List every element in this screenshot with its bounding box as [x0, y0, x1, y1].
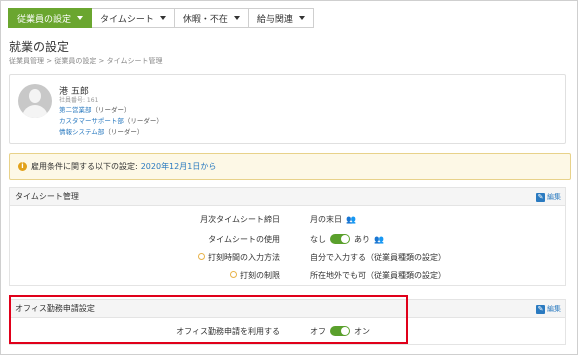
setting-label: タイムシートの使用: [208, 234, 280, 244]
edit-button[interactable]: ✎ 編集: [536, 192, 561, 202]
timesheet-section: タイムシート管理 ✎ 編集 月次タイムシート締日 月の末日 👥 タイムシートの使…: [9, 187, 566, 286]
chevron-down-icon: [77, 16, 84, 20]
tab-label: 従業員の設定: [17, 14, 72, 25]
tab-payroll[interactable]: 給与関連: [248, 8, 314, 28]
edit-button[interactable]: ✎ 編集: [536, 304, 561, 314]
tab-leave[interactable]: 休暇・不在: [174, 8, 249, 28]
department-link[interactable]: カスタマーサポート部: [59, 117, 124, 125]
notice-date-link[interactable]: 2020年12月1日から: [141, 161, 217, 172]
employee-card: 港 五郎 社員番号: 161 第二営業部（リーダー） カスタマーサポート部（リー…: [9, 74, 566, 144]
top-nav: 従業員の設定 タイムシート 休暇・不在 給与関連: [8, 8, 314, 28]
avatar-head: [29, 89, 41, 103]
highlight-box: [9, 295, 408, 344]
chevron-down-icon: [298, 16, 305, 20]
setting-label-text: 打刻時間の入力方法: [208, 252, 280, 262]
avatar: [18, 84, 52, 118]
section-header: タイムシート管理 ✎ 編集: [10, 188, 565, 206]
setting-value: 月の末日 👥: [310, 214, 356, 225]
section-title: タイムシート管理: [15, 192, 79, 201]
tab-label: 休暇・不在: [182, 14, 228, 25]
toggle-knob: [341, 235, 349, 243]
page-title: 就業の設定: [9, 40, 70, 54]
setting-row: タイムシートの使用 なし あり 👥: [10, 232, 567, 246]
people-icon: 👥: [346, 214, 356, 224]
setting-label: 打刻の制限: [230, 270, 280, 281]
department-link[interactable]: 第二営業部: [59, 106, 92, 114]
tab-employee-settings[interactable]: 従業員の設定: [8, 8, 93, 28]
pencil-icon: ✎: [536, 304, 545, 314]
timesheet-toggle[interactable]: [330, 234, 350, 244]
toggle-on-label: あり: [354, 234, 370, 244]
setting-row: 月次タイムシート締日 月の末日 👥: [10, 212, 567, 226]
info-icon: i: [18, 162, 27, 171]
tab-timesheet[interactable]: タイムシート: [92, 8, 175, 28]
department-link[interactable]: 情報システム部: [59, 128, 104, 136]
edit-label: 編集: [547, 305, 561, 313]
employee-number: 社員番号: 161: [59, 97, 99, 104]
closing-day-value: 月の末日: [310, 214, 342, 224]
toggle-off-label: なし: [310, 234, 326, 244]
setting-row: 打刻の制限 所在地外でも可（従業員種類の設定）: [10, 268, 567, 282]
department-item: 第二営業部（リーダー）: [59, 104, 131, 114]
tab-label: 給与関連: [256, 14, 293, 25]
employment-notice: i 雇用条件に関する以下の設定: 2020年12月1日から: [9, 153, 571, 180]
department-role: （リーダー）: [91, 106, 131, 114]
department-role: （リーダー）: [123, 117, 163, 125]
breadcrumb: 従業員管理 > 従業員の設定 > タイムシート管理: [9, 57, 163, 65]
tab-label: タイムシート: [100, 14, 154, 25]
department-role: （リーダー）: [104, 128, 144, 136]
setting-row: 打刻時間の入力方法 自分で入力する（従業員種類の設定）: [10, 250, 567, 264]
avatar-body: [22, 105, 48, 118]
setting-value: 所在地外でも可（従業員種類の設定）: [310, 270, 446, 280]
setting-label-text: 打刻の制限: [240, 270, 280, 280]
setting-label: 月次タイムシート締日: [200, 214, 280, 224]
edit-label: 編集: [547, 193, 561, 201]
warning-icon: [198, 252, 205, 260]
warning-icon: [230, 270, 237, 278]
notice-text: 雇用条件に関する以下の設定:: [31, 162, 138, 171]
department-item: カスタマーサポート部（リーダー）: [59, 115, 163, 125]
chevron-down-icon: [233, 16, 240, 20]
setting-value: なし あり 👥: [310, 234, 384, 245]
pencil-icon: ✎: [536, 192, 545, 202]
setting-value: 自分で入力する（従業員種類の設定）: [310, 252, 446, 262]
people-icon: 👥: [374, 234, 384, 244]
setting-label: 打刻時間の入力方法: [198, 252, 280, 263]
chevron-down-icon: [159, 16, 166, 20]
department-item: 情報システム部（リーダー）: [59, 126, 143, 136]
